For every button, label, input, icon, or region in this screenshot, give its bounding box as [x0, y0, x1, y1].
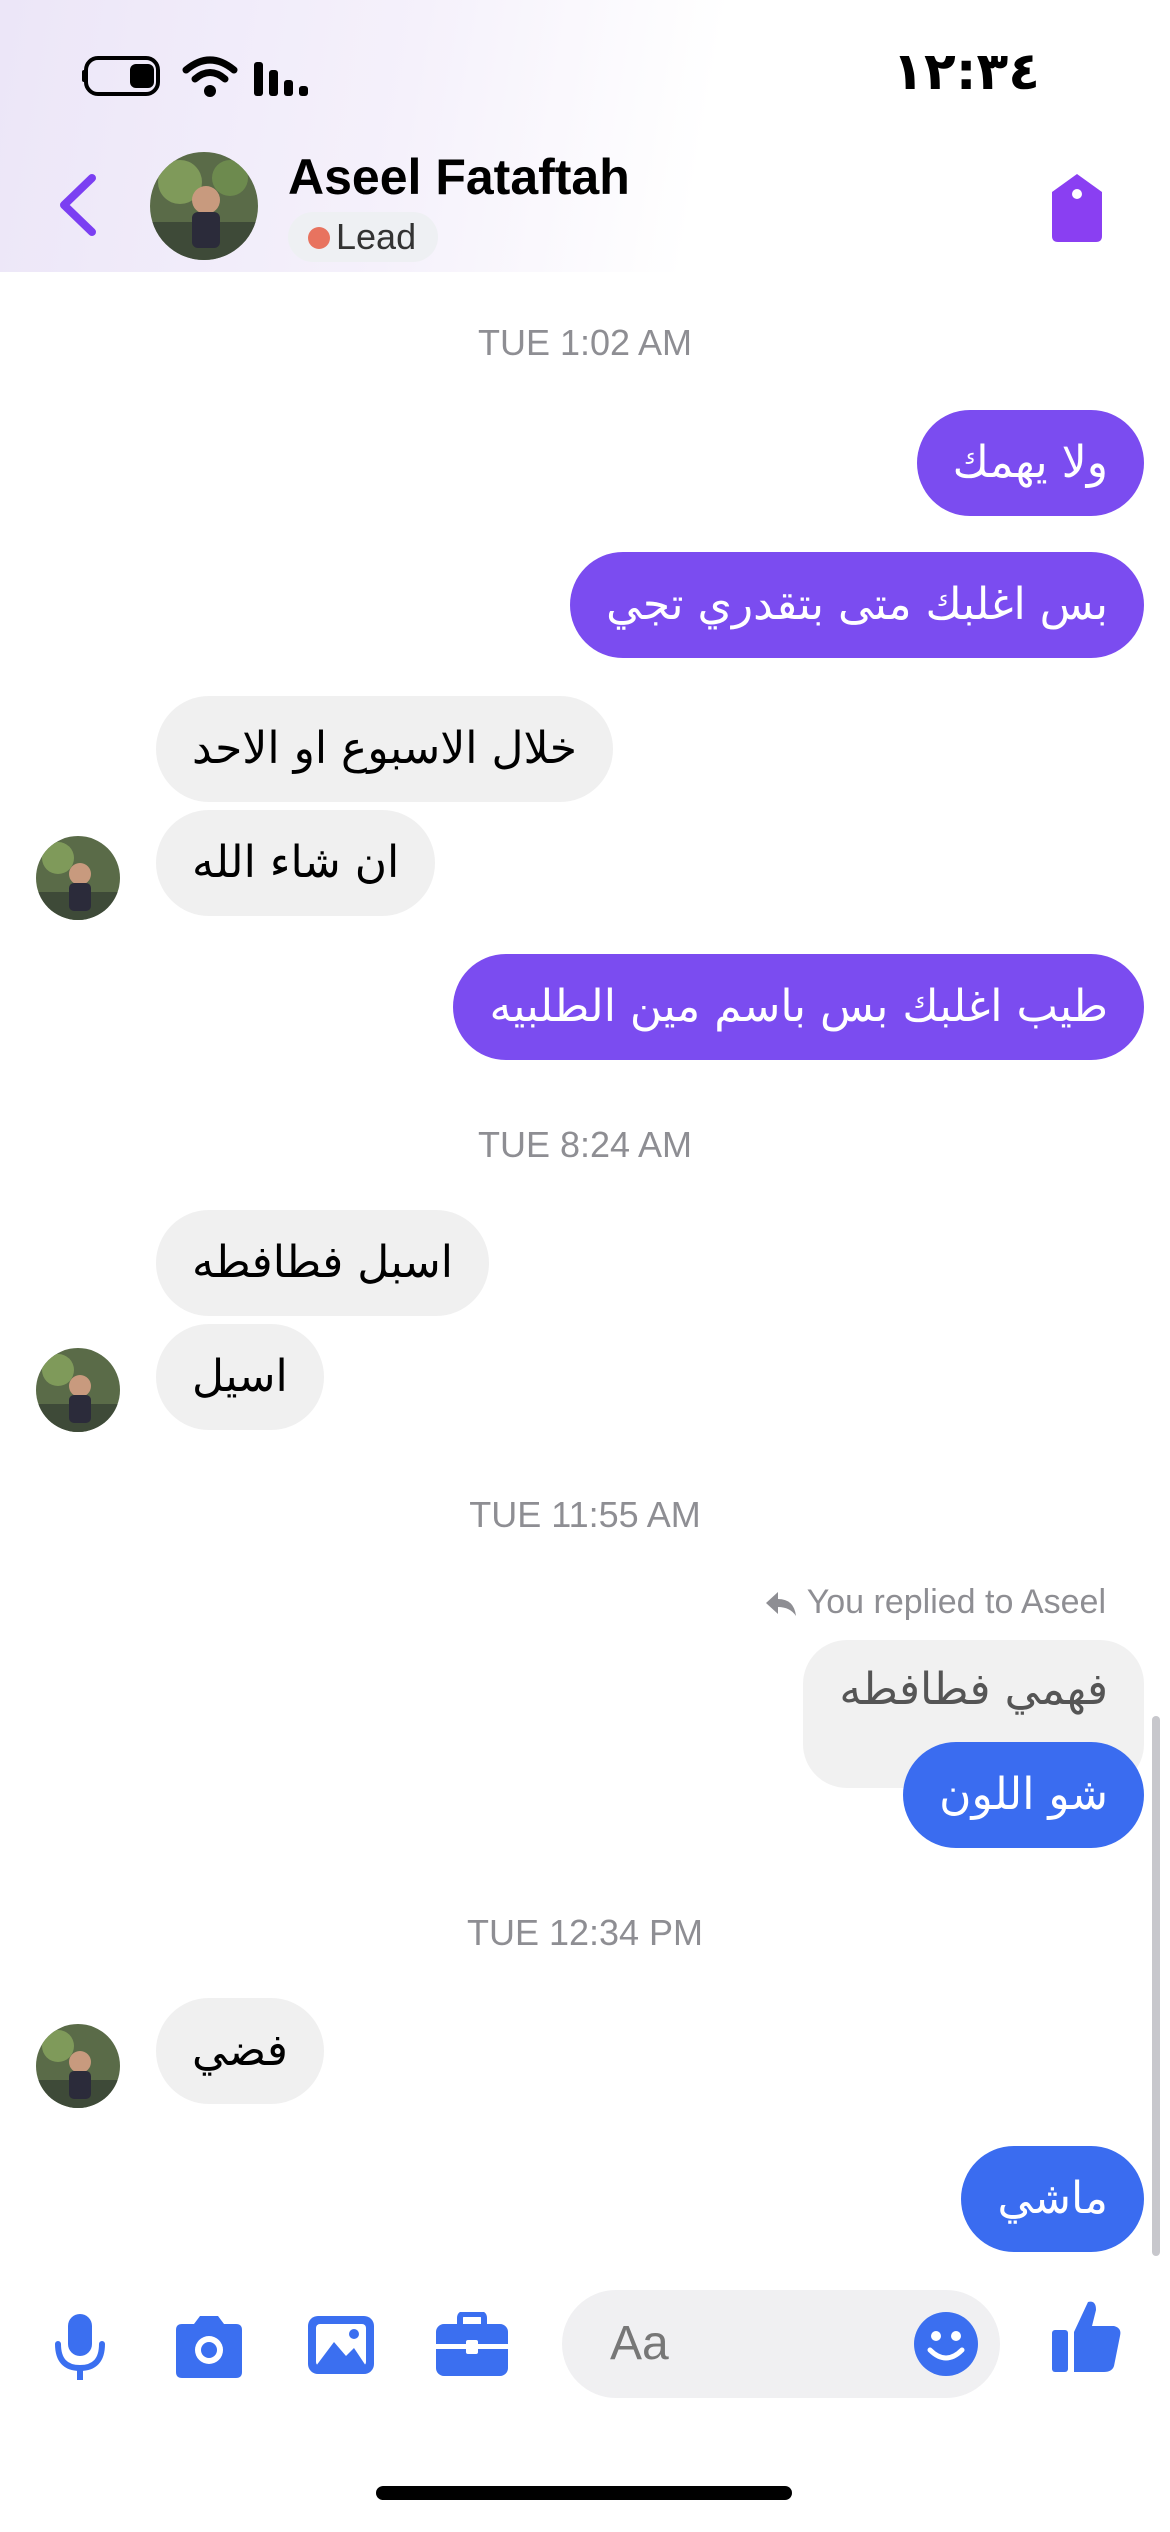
- signal-icon: [254, 62, 308, 96]
- message-bubble-incoming[interactable]: ان شاء الله: [156, 810, 436, 916]
- avatar[interactable]: [150, 152, 258, 260]
- message-bubble-outgoing[interactable]: ولا يهمك: [916, 410, 1144, 516]
- briefcase-icon[interactable]: [434, 2312, 510, 2378]
- scrollbar[interactable]: [1152, 1716, 1160, 2256]
- reply-arrow-icon: [765, 1592, 796, 1617]
- lead-label: Lead: [336, 216, 417, 257]
- message-bubble-incoming[interactable]: خلال الاسبوع او الاحد: [156, 696, 613, 802]
- message-bubble-outgoing[interactable]: ماشي: [961, 2146, 1144, 2252]
- avatar[interactable]: [36, 1348, 120, 1432]
- thumbs-up-icon[interactable]: [1050, 2298, 1122, 2374]
- status-time: ١٢:٣٤: [892, 42, 1040, 102]
- avatar[interactable]: [36, 2024, 120, 2108]
- timestamp: TUE 8:24 AM: [477, 1124, 693, 1165]
- message-bubble-outgoing[interactable]: بس اغلبك متى بتقدري تجي: [570, 552, 1144, 658]
- battery-icon: [82, 56, 160, 96]
- microphone-icon[interactable]: [48, 2312, 112, 2384]
- message-bubble-incoming[interactable]: اسبل فطافطه: [156, 1210, 489, 1316]
- reply-note-text: You replied to Aseel: [806, 1583, 1106, 1621]
- emoji-icon[interactable]: [912, 2310, 980, 2378]
- timestamp: TUE 12:34 PM: [466, 1912, 704, 1953]
- message-bubble-incoming[interactable]: فضي: [156, 1998, 324, 2104]
- wifi-icon: [182, 56, 238, 97]
- back-chevron-icon[interactable]: [50, 170, 110, 240]
- home-indicator[interactable]: [376, 2486, 792, 2500]
- message-bubble-outgoing[interactable]: طيب اغلبك بس باسم مين الطلبيه: [453, 954, 1144, 1060]
- message-input-placeholder: Aa: [610, 2317, 669, 2370]
- reply-indicator: You replied to Aseel: [764, 1583, 1106, 1622]
- contact-name[interactable]: Aseel Fataftah: [288, 148, 630, 206]
- gallery-icon[interactable]: [306, 2312, 376, 2378]
- timestamp: TUE 1:02 AM: [477, 322, 693, 363]
- lead-status-badge[interactable]: Lead: [288, 212, 439, 262]
- tag-icon[interactable]: [1048, 172, 1106, 244]
- timestamp: TUE 11:55 AM: [469, 1494, 701, 1535]
- message-bubble-incoming[interactable]: اسيل: [156, 1324, 324, 1430]
- avatar[interactable]: [36, 836, 120, 920]
- camera-icon[interactable]: [170, 2312, 248, 2380]
- status-dot: [308, 227, 330, 249]
- message-bubble-outgoing[interactable]: شو اللون: [903, 1742, 1144, 1848]
- message-input[interactable]: Aa: [562, 2290, 1000, 2398]
